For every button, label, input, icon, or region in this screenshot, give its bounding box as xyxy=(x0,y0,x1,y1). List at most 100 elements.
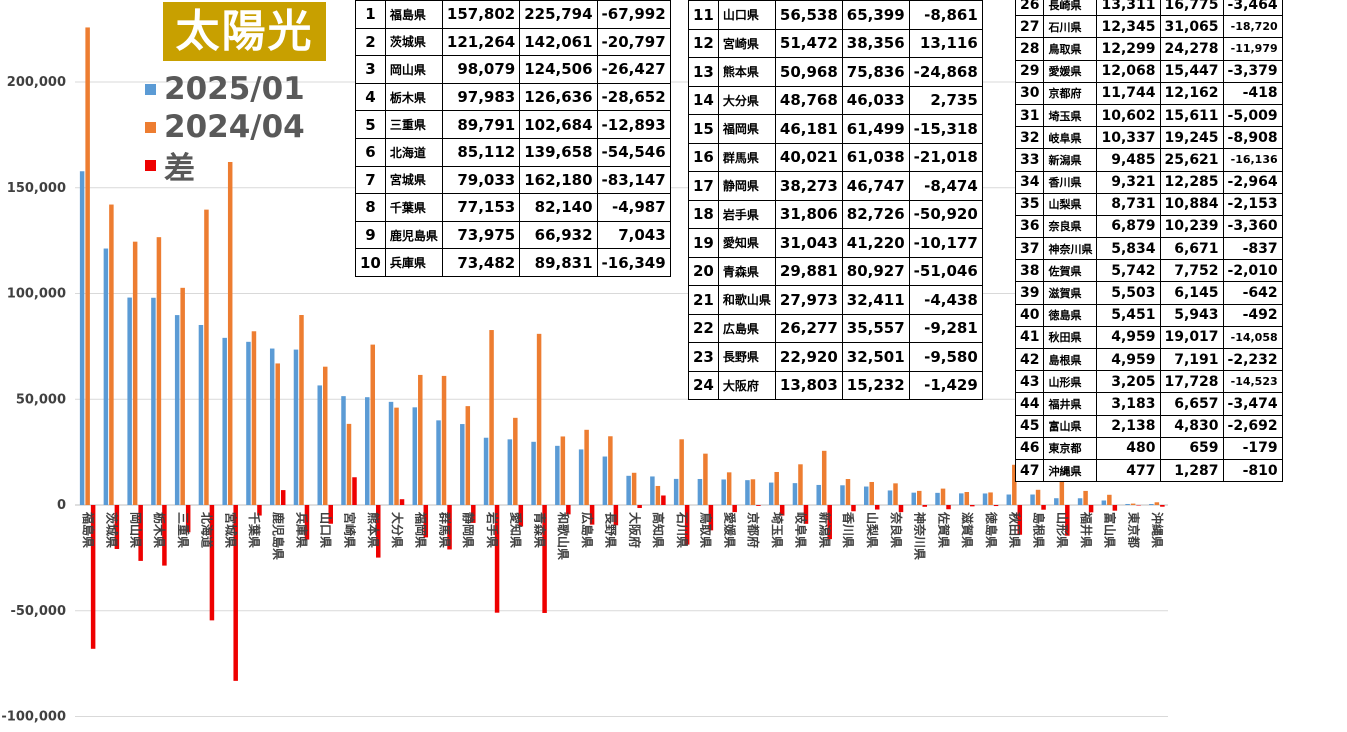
bar-2025 xyxy=(792,483,798,505)
rank-cell: 37 xyxy=(1014,237,1045,261)
diff-cell: -51,046 xyxy=(908,256,983,286)
rank-cell: 28 xyxy=(1014,37,1045,61)
value-2025-cell: 50,968 xyxy=(774,57,843,87)
table-row: 11 山口県 56,538 65,399 -8,861 xyxy=(688,0,983,30)
prefecture-cell: 青森県 xyxy=(717,256,776,286)
rank-cell: 1 xyxy=(355,0,386,29)
bar-2025 xyxy=(1054,498,1059,505)
table-row: 12 宮崎県 51,472 38,356 13,116 xyxy=(688,28,983,58)
value-2025-cell: 480 xyxy=(1096,436,1161,460)
table-row: 21 和歌山県 27,973 32,411 -4,438 xyxy=(688,285,983,315)
x-category-label: 埼玉県 xyxy=(770,512,785,548)
value-2024-cell: 124,506 xyxy=(519,55,598,84)
table-row: 43 山形県 3,205 17,728 -14,523 xyxy=(1014,370,1283,394)
bar-2024 xyxy=(703,453,708,505)
x-category-label: 宮崎県 xyxy=(342,512,357,548)
bar-2025 xyxy=(626,475,631,505)
bar-2025 xyxy=(269,348,275,505)
bar-2024 xyxy=(964,492,970,505)
bar-diff xyxy=(1136,505,1141,506)
table-row: 35 山梨県 8,731 10,884 -2,153 xyxy=(1014,192,1283,216)
bar-2024 xyxy=(608,436,613,505)
bar-2024 xyxy=(536,333,542,505)
value-2025-cell: 97,983 xyxy=(441,82,521,112)
value-2024-cell: 1,287 xyxy=(1159,458,1224,483)
bar-2024 xyxy=(1154,502,1160,505)
table-row: 5 三重県 89,791 102,684 -12,893 xyxy=(355,110,671,139)
table-row: 31 埼玉県 10,602 15,611 -5,009 xyxy=(1014,103,1283,128)
prefecture-cell: 熊本県 xyxy=(717,57,776,87)
diff-cell: -3,464 xyxy=(1222,0,1283,17)
value-2025-cell: 157,802 xyxy=(441,0,521,29)
value-2025-cell: 22,920 xyxy=(774,342,843,372)
bar-2024 xyxy=(322,366,328,505)
value-2024-cell: 38,356 xyxy=(841,28,910,58)
diff-cell: -67,992 xyxy=(596,0,671,29)
diff-cell: -8,908 xyxy=(1222,126,1283,150)
diff-cell: -2,964 xyxy=(1222,170,1283,194)
bar-2025 xyxy=(483,437,489,505)
rank-cell: 30 xyxy=(1014,81,1045,105)
table-row: 29 愛媛県 12,068 15,447 -3,379 xyxy=(1014,59,1283,83)
ranking-table-1: 1 福島県 157,802 225,794 -67,992 2 茨城県 121,264 142,… xyxy=(355,0,671,277)
diff-cell: 2,735 xyxy=(908,85,983,115)
bar-2024 xyxy=(679,439,684,505)
prefecture-cell: 鹿児島県 xyxy=(384,220,443,250)
bar-2024 xyxy=(418,374,423,505)
diff-cell: -15,318 xyxy=(908,114,983,144)
bar-2025 xyxy=(103,248,109,505)
prefecture-cell: 奈良県 xyxy=(1043,214,1098,239)
ranking-table-3: 26 長崎県 13,311 16,775 -3,464 27 石川県 12,345 31,065… xyxy=(1014,0,1283,483)
rank-cell: 5 xyxy=(355,110,386,139)
bar-2024 xyxy=(227,161,233,505)
bar-2025 xyxy=(887,490,893,505)
value-2025-cell: 2,138 xyxy=(1096,414,1161,438)
x-category-label: 和歌山県 xyxy=(556,511,571,560)
table-row: 16 群馬県 40,021 61,038 -21,018 xyxy=(688,142,983,172)
rank-cell: 2 xyxy=(355,27,386,57)
prefecture-cell: 福岡県 xyxy=(717,114,776,144)
value-2024-cell: 126,636 xyxy=(519,82,598,112)
value-2025-cell: 12,345 xyxy=(1096,15,1161,39)
value-2024-cell: 25,621 xyxy=(1159,148,1224,172)
value-2024-cell: 6,671 xyxy=(1159,237,1224,261)
bar-diff xyxy=(399,499,405,505)
value-2025-cell: 98,079 xyxy=(441,55,521,84)
table-row: 14 大分県 48,768 46,033 2,735 xyxy=(688,85,983,115)
legend-swatch-2025 xyxy=(145,83,156,95)
value-2024-cell: 162,180 xyxy=(519,165,598,195)
x-category-label: 福岡県 xyxy=(414,511,429,548)
bar-diff xyxy=(993,505,999,507)
bar-2025 xyxy=(721,479,726,505)
prefecture-cell: 岡山県 xyxy=(384,55,443,84)
bar-2025 xyxy=(745,480,750,505)
legend-swatch-2024 xyxy=(145,121,156,133)
value-2024-cell: 12,285 xyxy=(1159,170,1224,194)
rank-cell: 35 xyxy=(1014,192,1045,216)
value-2025-cell: 73,975 xyxy=(441,220,521,250)
value-2024-cell: 10,884 xyxy=(1159,192,1224,216)
x-category-label: 宮城県 xyxy=(223,512,238,548)
x-category-label: 熊本県 xyxy=(366,512,381,548)
rank-cell: 23 xyxy=(688,342,719,372)
bar-2024 xyxy=(655,485,661,505)
diff-cell: -20,797 xyxy=(596,27,671,57)
value-2025-cell: 46,181 xyxy=(774,114,843,144)
value-2024-cell: 10,239 xyxy=(1159,214,1224,239)
bar-2025 xyxy=(341,396,346,505)
value-2025-cell: 3,183 xyxy=(1096,392,1161,416)
legend-swatch-diff xyxy=(145,159,156,171)
rank-cell: 32 xyxy=(1014,126,1045,150)
diff-cell: -28,652 xyxy=(596,82,671,112)
value-2025-cell: 38,273 xyxy=(774,171,843,201)
rank-cell: 6 xyxy=(355,137,386,167)
prefecture-cell: 大分県 xyxy=(717,85,776,115)
value-2024-cell: 659 xyxy=(1159,436,1224,460)
x-category-label: 山梨県 xyxy=(865,512,880,548)
bar-2024 xyxy=(299,315,304,505)
diff-cell: -11,979 xyxy=(1222,37,1283,61)
x-category-label: 秋田県 xyxy=(1008,512,1023,548)
value-2025-cell: 56,538 xyxy=(774,0,843,30)
value-2024-cell: 46,033 xyxy=(841,85,910,115)
prefecture-cell: 滋賀県 xyxy=(1043,281,1098,305)
